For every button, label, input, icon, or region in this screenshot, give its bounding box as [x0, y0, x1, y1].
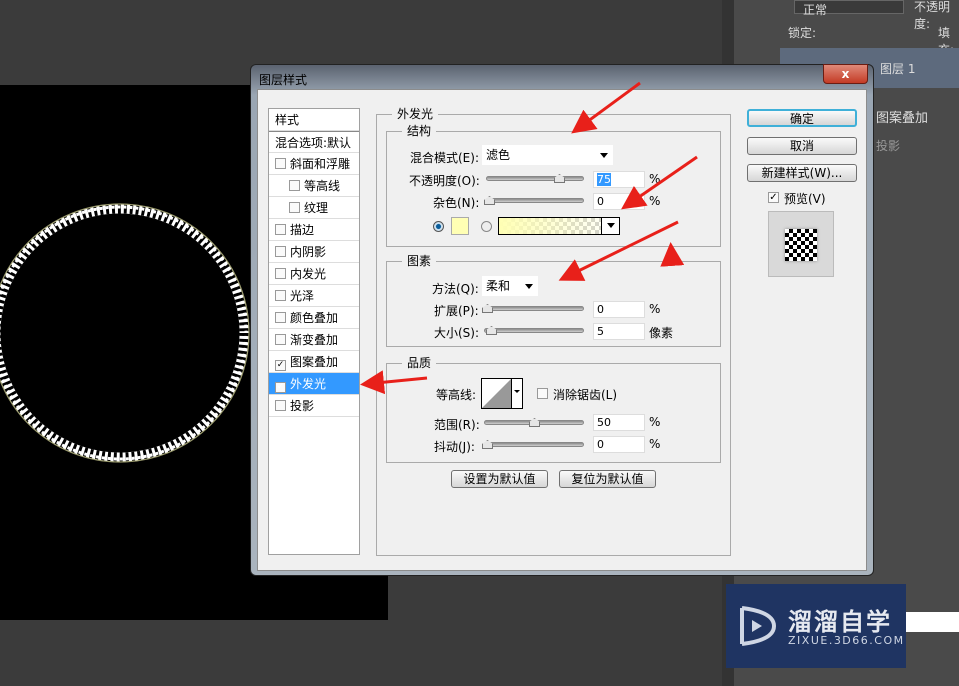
red-arrow [660, 242, 685, 267]
watermark-url: ZIXUE.3D66.COM [788, 634, 905, 647]
play-logo-icon [740, 606, 777, 646]
red-arrow [360, 370, 428, 395]
red-arrow [558, 220, 679, 281]
watermark-name: 溜溜自学 [788, 608, 892, 636]
toolbar-strip [906, 612, 959, 632]
red-arrow [571, 81, 641, 134]
watermark-logo: 溜溜自学 ZIXUE.3D66.COM [726, 584, 906, 668]
red-arrow [621, 155, 698, 210]
